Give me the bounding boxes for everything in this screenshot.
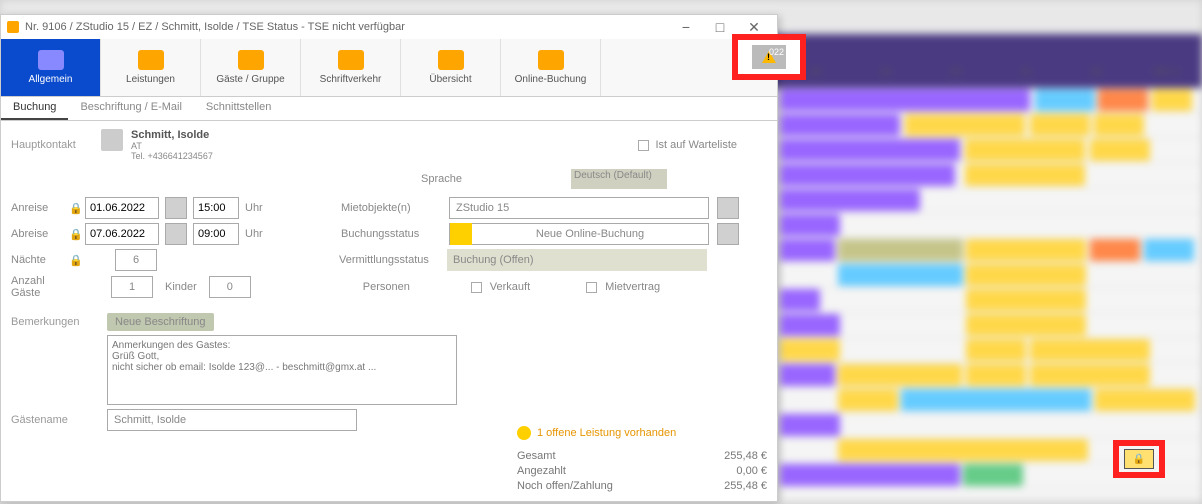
sum-label: Gesamt — [517, 450, 556, 462]
sum-value: 255,48 € — [724, 450, 767, 462]
checkbox-icon — [638, 140, 649, 151]
arrival-label: Anreise — [11, 202, 63, 214]
overview-icon — [438, 50, 464, 70]
close-button[interactable]: ✕ — [747, 20, 761, 34]
guestname-input[interactable]: Schmitt, Isolde — [107, 409, 357, 431]
checkbox-icon[interactable] — [586, 282, 597, 293]
toolbar-online-buchung[interactable]: Online-Buchung — [501, 39, 601, 96]
sum-value: 0,00 € — [736, 465, 767, 477]
persons-label: Personen — [363, 281, 463, 293]
waitlist-checkbox[interactable]: Ist auf Warteliste — [638, 139, 737, 151]
nights-label: Nächte — [11, 254, 63, 266]
toolbar: Allgemein Leistungen Gäste / Gruppe Schr… — [1, 39, 777, 97]
services-icon — [138, 50, 164, 70]
tabs: Buchung Beschriftung / E-Mail Schnittste… — [1, 97, 777, 121]
object-picker-button[interactable] — [717, 197, 739, 219]
warning-icon — [517, 426, 531, 440]
guest-phone: Tel. +436641234567 — [131, 151, 213, 161]
tab-schnittstellen[interactable]: Schnittstellen — [194, 97, 283, 120]
summary-panel: 1 offene Leistung vorhanden Gesamt 255,48… — [517, 426, 767, 495]
toolbar-schriftverkehr[interactable]: Schriftverkehr — [301, 39, 401, 96]
children-stepper[interactable]: 0 — [209, 276, 251, 298]
general-icon — [38, 50, 64, 70]
object-label: Mietobjekte(n) — [341, 202, 441, 214]
status-color-icon — [450, 223, 472, 245]
main-guest-label: Hauptkontakt — [11, 139, 101, 151]
form-area: Hauptkontakt Schmitt, Isolde AT Tel. +43… — [1, 121, 777, 443]
toolbar-leistungen[interactable]: Leistungen — [101, 39, 201, 96]
notes-textarea[interactable]: Anmerkungen des Gastes: Grüß Gott, nicht… — [107, 335, 457, 405]
guest-country: AT — [131, 141, 213, 151]
lock-icon: 🔒 — [1133, 454, 1145, 465]
avatar-icon[interactable] — [101, 129, 123, 151]
status-field[interactable]: Neue Online-Buchung — [449, 223, 709, 245]
nights-stepper[interactable]: 6 — [115, 249, 157, 271]
sum-label: Angezahlt — [517, 465, 566, 477]
guests-icon — [238, 50, 264, 70]
status-picker-button[interactable] — [717, 223, 739, 245]
workflow-value[interactable]: Buchung (Offen) — [447, 249, 707, 271]
adults-label: Anzahl Gäste — [11, 275, 77, 299]
calendar-date-col: MO 2 — [1132, 58, 1202, 88]
calendar-date-col: 21 — [991, 58, 1061, 88]
annotation-bottom: 🔒 — [1113, 440, 1165, 478]
calendar-picker-button[interactable] — [165, 223, 187, 245]
notes-label: Bemerkungen — [11, 316, 101, 328]
checkbox-icon[interactable] — [471, 282, 482, 293]
departure-label: Abreise — [11, 228, 63, 240]
sum-label: Noch offen/Zahlung — [517, 480, 613, 492]
cloud-icon — [538, 50, 564, 70]
tab-beschriftung[interactable]: Beschriftung / E-Mail — [68, 97, 193, 120]
language-select[interactable]: Deutsch (Default) — [571, 169, 667, 189]
arrival-time-input[interactable] — [193, 197, 239, 219]
mail-icon — [338, 50, 364, 70]
lock-icon: 🔒 — [69, 228, 79, 241]
tab-buchung[interactable]: Buchung — [1, 97, 68, 120]
guest-name[interactable]: Schmitt, Isolde — [131, 129, 213, 141]
status-label: Buchungsstatus — [341, 228, 441, 240]
departure-date-input[interactable] — [85, 223, 159, 245]
calendar-date-col: 22 — [1061, 58, 1131, 88]
guestname-label: Gästename — [11, 414, 101, 426]
lock-badge: 🔒 — [1124, 449, 1154, 469]
warning-row[interactable]: 1 offene Leistung vorhanden — [517, 426, 767, 440]
minimize-button[interactable]: − — [679, 20, 693, 34]
calendar-date-col: 19 — [850, 58, 920, 88]
app-icon — [7, 21, 19, 33]
sum-value: 255,48 € — [724, 480, 767, 492]
children-label: Kinder — [165, 281, 197, 293]
toolbar-gaeste[interactable]: Gäste / Gruppe — [201, 39, 301, 96]
language-label: Sprache — [421, 173, 462, 185]
adults-stepper[interactable]: 1 — [111, 276, 153, 298]
maximize-button[interactable]: □ — [713, 20, 727, 34]
arrival-date-input[interactable] — [85, 197, 159, 219]
annotation-top: 022 — [732, 34, 806, 80]
window-title: Nr. 9106 / ZStudio 15 / EZ / Schmitt, Is… — [25, 21, 405, 33]
lock-icon: 🔒 — [69, 202, 79, 215]
toolbar-uebersicht[interactable]: Übersicht — [401, 39, 501, 96]
calendar-picker-button[interactable] — [165, 197, 187, 219]
add-note-button[interactable]: Neue Beschriftung — [107, 313, 214, 331]
lock-icon: 🔒 — [69, 254, 79, 267]
booking-window: Nr. 9106 / ZStudio 15 / EZ / Schmitt, Is… — [0, 14, 778, 502]
titlebar: Nr. 9106 / ZStudio 15 / EZ / Schmitt, Is… — [1, 15, 777, 39]
calendar-date-col: 20 — [921, 58, 991, 88]
workflow-label: Vermittlungsstatus — [339, 254, 439, 266]
object-value[interactable]: ZStudio 15 — [449, 197, 709, 219]
toolbar-allgemein[interactable]: Allgemein — [1, 39, 101, 96]
departure-time-input[interactable] — [193, 223, 239, 245]
